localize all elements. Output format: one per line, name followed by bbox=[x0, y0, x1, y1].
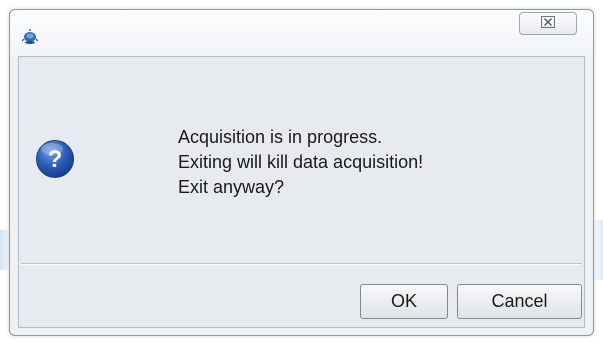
desktop-background: ? Acquisition is in progress. Exiting wi… bbox=[0, 0, 603, 343]
message-line-3: Exit anyway? bbox=[178, 177, 285, 197]
dialog-content: ? Acquisition is in progress. Exiting wi… bbox=[18, 56, 585, 328]
cancel-button[interactable]: Cancel bbox=[457, 284, 582, 319]
ok-button[interactable]: OK bbox=[360, 284, 448, 319]
message-line-2: Exiting will kill data acquisition! bbox=[178, 152, 424, 172]
java-duke-icon bbox=[21, 27, 39, 45]
dialog-titlebar[interactable] bbox=[10, 10, 593, 56]
close-button[interactable] bbox=[519, 12, 577, 35]
button-separator bbox=[21, 263, 582, 265]
dialog-message: Acquisition is in progress. Exiting will… bbox=[178, 125, 423, 200]
message-line-1: Acquisition is in progress. bbox=[178, 127, 383, 147]
close-icon bbox=[541, 15, 555, 33]
confirm-exit-dialog: ? Acquisition is in progress. Exiting wi… bbox=[9, 9, 594, 336]
question-mark-icon: ? bbox=[35, 139, 75, 179]
background-window-edge-right bbox=[593, 220, 603, 280]
svg-text:?: ? bbox=[48, 146, 63, 173]
